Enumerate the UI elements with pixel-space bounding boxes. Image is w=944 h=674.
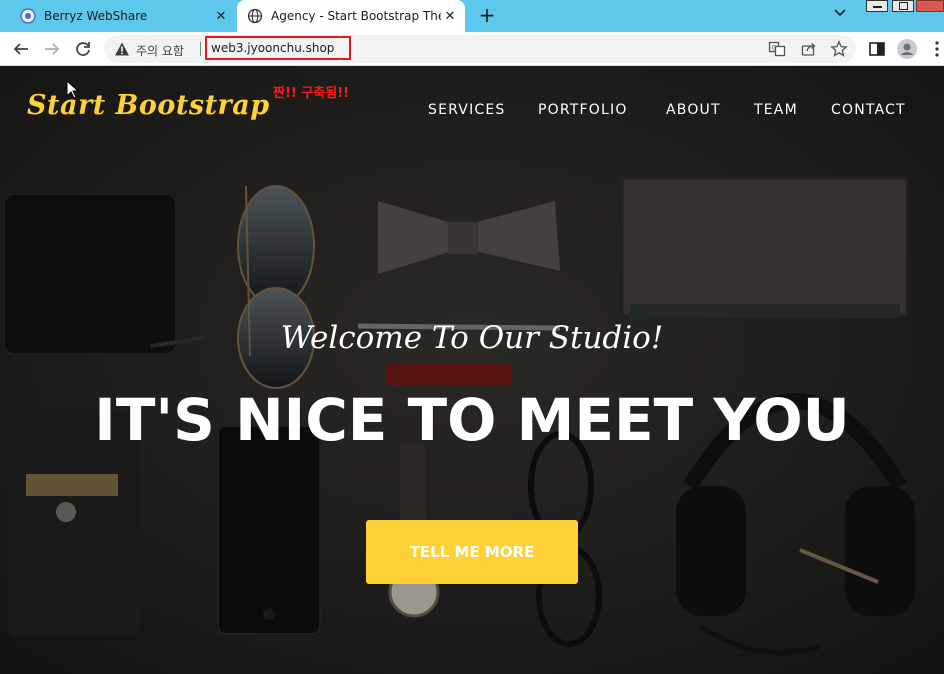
browser-toolbar: 주의 요함 web3.jyoonchu.shop G (0, 32, 944, 66)
bookmark-star-icon[interactable] (830, 40, 848, 58)
tab-title: Agency - Start Bootstrap Theme (271, 9, 441, 23)
address-bar[interactable]: 주의 요함 web3.jyoonchu.shop G (104, 35, 856, 63)
site-brand-logo[interactable]: Start Bootstrap (27, 90, 270, 121)
nav-link-team[interactable]: TEAM (754, 102, 798, 118)
annotation-text: 짠!! 구축됨!! (273, 86, 350, 101)
share-icon[interactable] (800, 40, 818, 58)
nav-link-portfolio[interactable]: PORTFOLIO (538, 102, 628, 118)
tab-agency[interactable]: Agency - Start Bootstrap Theme ✕ (237, 0, 465, 32)
reload-icon[interactable] (72, 38, 94, 60)
close-tab-icon[interactable]: ✕ (212, 9, 230, 24)
hero-heading: IT'S NICE TO MEET YOU (94, 386, 850, 454)
web-page: Start Bootstrap 짠!! 구축됨!! SERVICES PORTF… (0, 66, 944, 674)
tab-title: Berryz WebShare (44, 9, 148, 23)
back-arrow-icon[interactable] (10, 38, 32, 60)
window-close-button[interactable] (916, 0, 944, 12)
translate-icon[interactable]: G (768, 40, 786, 58)
browser-tab-strip: Berryz WebShare ✕ Agency - Start Bootstr… (0, 0, 944, 32)
window-minimize-button[interactable] (866, 0, 888, 12)
side-panel-icon[interactable] (866, 38, 888, 60)
nav-link-contact[interactable]: CONTACT (831, 102, 906, 118)
nav-link-about[interactable]: ABOUT (666, 102, 721, 118)
security-status-label[interactable]: 주의 요함 (136, 42, 184, 59)
more-menu-icon[interactable] (926, 38, 944, 60)
tell-me-more-button[interactable]: TELL ME MORE (366, 520, 578, 584)
url-highlight-box: web3.jyoonchu.shop (205, 36, 351, 60)
hero-subheading: Welcome To Our Studio! (280, 320, 664, 356)
nav-link-services[interactable]: SERVICES (428, 102, 506, 118)
forward-arrow-icon[interactable] (41, 38, 63, 60)
tab-berryz-webshare[interactable]: Berryz WebShare ✕ (8, 0, 236, 32)
svg-text:G: G (772, 45, 777, 52)
new-tab-button[interactable]: + (476, 4, 498, 26)
berryz-favicon (20, 8, 36, 24)
tab-search-chevron-icon[interactable] (834, 7, 846, 21)
url-text[interactable]: web3.jyoonchu.shop (211, 41, 334, 55)
profile-avatar-icon[interactable] (896, 38, 918, 60)
globe-icon (247, 8, 263, 24)
omnibox-divider (200, 42, 201, 56)
warning-triangle-icon[interactable] (114, 41, 130, 57)
window-maximize-button[interactable] (892, 0, 914, 12)
close-tab-icon[interactable]: ✕ (441, 9, 459, 24)
